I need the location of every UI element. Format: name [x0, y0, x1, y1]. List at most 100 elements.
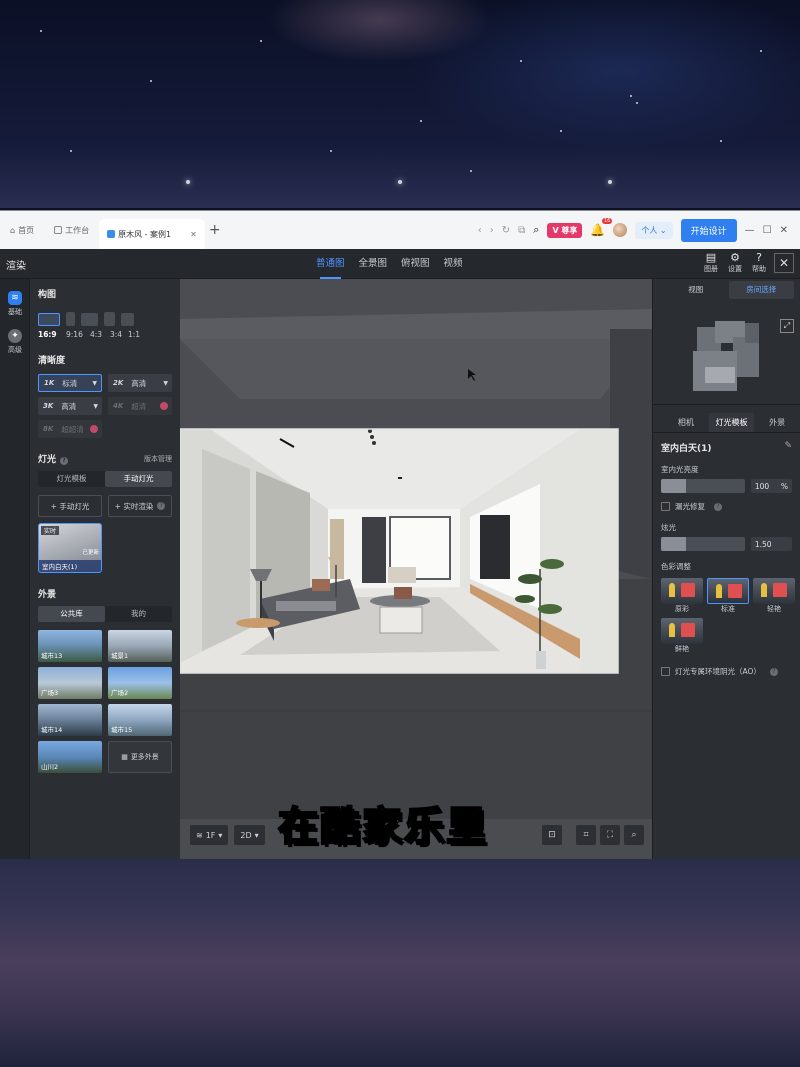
brightness-input[interactable]: 100 % — [750, 479, 792, 493]
forward-icon[interactable]: › — [490, 225, 494, 236]
style-light-vivid-option[interactable]: 轻艳 — [753, 578, 795, 614]
quality-4k-option[interactable]: 4K 超清 — [108, 397, 172, 415]
tab-workbench[interactable]: 工作台 — [44, 211, 99, 249]
close-tab-icon[interactable]: ✕ — [190, 230, 197, 239]
dimension-selector[interactable]: 2D ▾ — [234, 825, 265, 845]
layers-icon: ≋ — [196, 830, 203, 840]
glare-input[interactable]: 1.50 — [750, 537, 792, 551]
ao-checkbox[interactable]: 灯光专属环境阴光（AO） ? — [661, 666, 792, 677]
ratio-4-3-option[interactable] — [81, 312, 98, 326]
environment-library-switch: 公共库 我的 — [38, 606, 172, 622]
env-item[interactable]: 城市14 — [38, 704, 102, 736]
rail-item-basic[interactable]: ≋ 基础 — [0, 291, 30, 317]
env-item[interactable]: 城市15 — [108, 704, 172, 736]
quality-8k-option[interactable]: 8K 超超清 — [38, 420, 102, 438]
quality-3k-option[interactable]: 3K 高清 ▼ — [38, 397, 102, 415]
leak-fix-checkbox[interactable]: 漏光修复 ? — [661, 501, 792, 512]
help-button[interactable]: ? 帮助 — [752, 252, 766, 274]
env-item[interactable]: 城市13 — [38, 630, 102, 662]
zoom-icon[interactable]: ⌕ — [624, 825, 644, 845]
avatar[interactable] — [613, 223, 628, 237]
preset-tag: 实时 — [41, 526, 60, 535]
back-icon[interactable]: ‹ — [478, 225, 482, 236]
quality-title: 清晰度 — [38, 356, 66, 366]
close-render-button[interactable]: ✕ — [774, 253, 794, 273]
tab-view[interactable]: 视图 — [663, 281, 729, 299]
workbench-icon — [54, 226, 63, 234]
ratio-9-16-option[interactable] — [66, 312, 75, 326]
tab-top-view[interactable]: 俯视图 — [401, 249, 430, 279]
camera-save-icon[interactable]: ⌗ — [576, 825, 596, 845]
ratio-16-9-option[interactable] — [38, 312, 60, 326]
add-manual-light-button[interactable]: + 手动灯光 — [38, 495, 102, 517]
lighting-template-tab[interactable]: 灯光模板 — [38, 471, 105, 487]
tab-design-case[interactable]: 原木风 - 案例1 ✕ — [99, 219, 205, 249]
dusk-background-bottom — [0, 858, 800, 1067]
gallery-button[interactable]: ▤ 图册 — [704, 252, 718, 274]
start-design-button[interactable]: 开始设计 — [680, 218, 737, 242]
app-window: ⌂ 首页 工作台 原木风 - 案例1 ✕ + ‹ › ↻ ⧉ ⌕ V 尊享 🔔 1… — [0, 210, 800, 859]
more-environments-button[interactable]: ▦ 更多外景 — [108, 741, 172, 773]
env-item[interactable]: 广场3 — [38, 667, 102, 699]
home-icon: ⌂ — [10, 225, 16, 235]
edit-icon[interactable]: ✎ — [784, 441, 792, 454]
tab-normal-view[interactable]: 普通图 — [316, 249, 345, 279]
quality-2k-option[interactable]: 2K 高清 ▼ — [108, 374, 172, 392]
fullscreen-icon[interactable]: ⛶ — [600, 825, 620, 845]
dropdown-icon: ▼ — [92, 379, 97, 387]
search-icon[interactable]: ⌕ — [533, 223, 539, 237]
copy-icon[interactable]: ⧉ — [518, 225, 525, 236]
public-library-tab[interactable]: 公共库 — [38, 606, 105, 622]
view-room-tabs: 视图 房间选择 — [663, 281, 794, 299]
tab-light-template[interactable]: 灯光模板 — [708, 413, 755, 432]
maximize-icon[interactable]: ☐ — [763, 225, 772, 236]
close-window-icon[interactable]: ✕ — [780, 225, 788, 236]
floorplan-minimap[interactable]: ⤢ — [653, 299, 800, 405]
tab-exterior[interactable]: 外景 — [754, 413, 800, 432]
lighting-mode-switch: 灯光模板 手动灯光 — [38, 471, 172, 487]
style-vivid-option[interactable]: 鲜艳 — [661, 618, 703, 654]
tab-room-select[interactable]: 房间选择 — [728, 281, 794, 299]
my-library-tab[interactable]: 我的 — [105, 606, 172, 622]
light-preset-card[interactable]: 实时 已更新 室内白天(1) — [38, 523, 102, 573]
style-standard-option[interactable]: 标准 — [707, 578, 749, 614]
ratio-1-1-option[interactable] — [121, 312, 134, 326]
settings-button[interactable]: ⚙ 设置 — [728, 252, 742, 274]
expand-icon[interactable]: ⤢ — [780, 319, 794, 333]
glare-slider[interactable] — [661, 537, 745, 551]
dropdown-icon: ▾ — [254, 830, 259, 840]
color-style-grid: 原彩 标准 轻艳 鲜艳 — [661, 578, 795, 654]
preset-note: 已更新 — [82, 550, 99, 556]
refresh-icon[interactable]: ↻ — [502, 225, 510, 236]
persona-dropdown[interactable]: 个人 ⌄ — [635, 221, 673, 239]
dropdown-icon: ▾ — [218, 830, 223, 840]
quality-1k-option[interactable]: 1K 标清 ▼ — [38, 374, 102, 392]
tab-video[interactable]: 视频 — [444, 249, 463, 279]
tab-panorama-view[interactable]: 全景图 — [359, 249, 388, 279]
realtime-render-button[interactable]: + 实时渲染? — [108, 495, 172, 517]
tab-home[interactable]: ⌂ 首页 — [0, 211, 44, 249]
advanced-settings-icon: ✦ — [8, 329, 22, 343]
floor-selector[interactable]: ≋ 1F ▾ — [190, 825, 229, 845]
new-tab-icon[interactable]: + — [209, 222, 221, 238]
env-item[interactable]: 山川2 — [38, 741, 102, 773]
rail-item-advanced[interactable]: ✦ 高级 — [0, 329, 30, 355]
tab-camera[interactable]: 相机 — [663, 413, 709, 432]
help-icon[interactable]: ? — [60, 457, 69, 465]
minimize-icon[interactable]: — — [745, 225, 755, 236]
env-item[interactable]: 广场2 — [108, 667, 172, 699]
ratio-3-4-option[interactable] — [104, 312, 115, 326]
color-adjust-label: 色彩调整 — [661, 562, 691, 571]
bell-icon[interactable]: 🔔 16 — [590, 218, 613, 237]
frame-crop-icon[interactable]: ⊡ — [542, 825, 562, 845]
help-icon: ? — [157, 502, 166, 510]
version-manage-link[interactable]: 版本管理 — [144, 454, 172, 464]
preset-caption: 室内白天(1) — [39, 560, 101, 572]
vip-lock-icon — [90, 425, 98, 433]
render-viewport[interactable]: 在酷家乐里 ≋ 1F ▾ 2D ▾ ⊡ ⌗ ⛶ ⌕ — [180, 279, 652, 859]
vip-badge[interactable]: V 尊享 — [547, 222, 583, 238]
manual-lighting-tab[interactable]: 手动灯光 — [105, 471, 172, 487]
brightness-slider[interactable] — [661, 479, 745, 493]
style-original-option[interactable]: 原彩 — [661, 578, 703, 614]
env-item[interactable]: 城景1 — [108, 630, 172, 662]
